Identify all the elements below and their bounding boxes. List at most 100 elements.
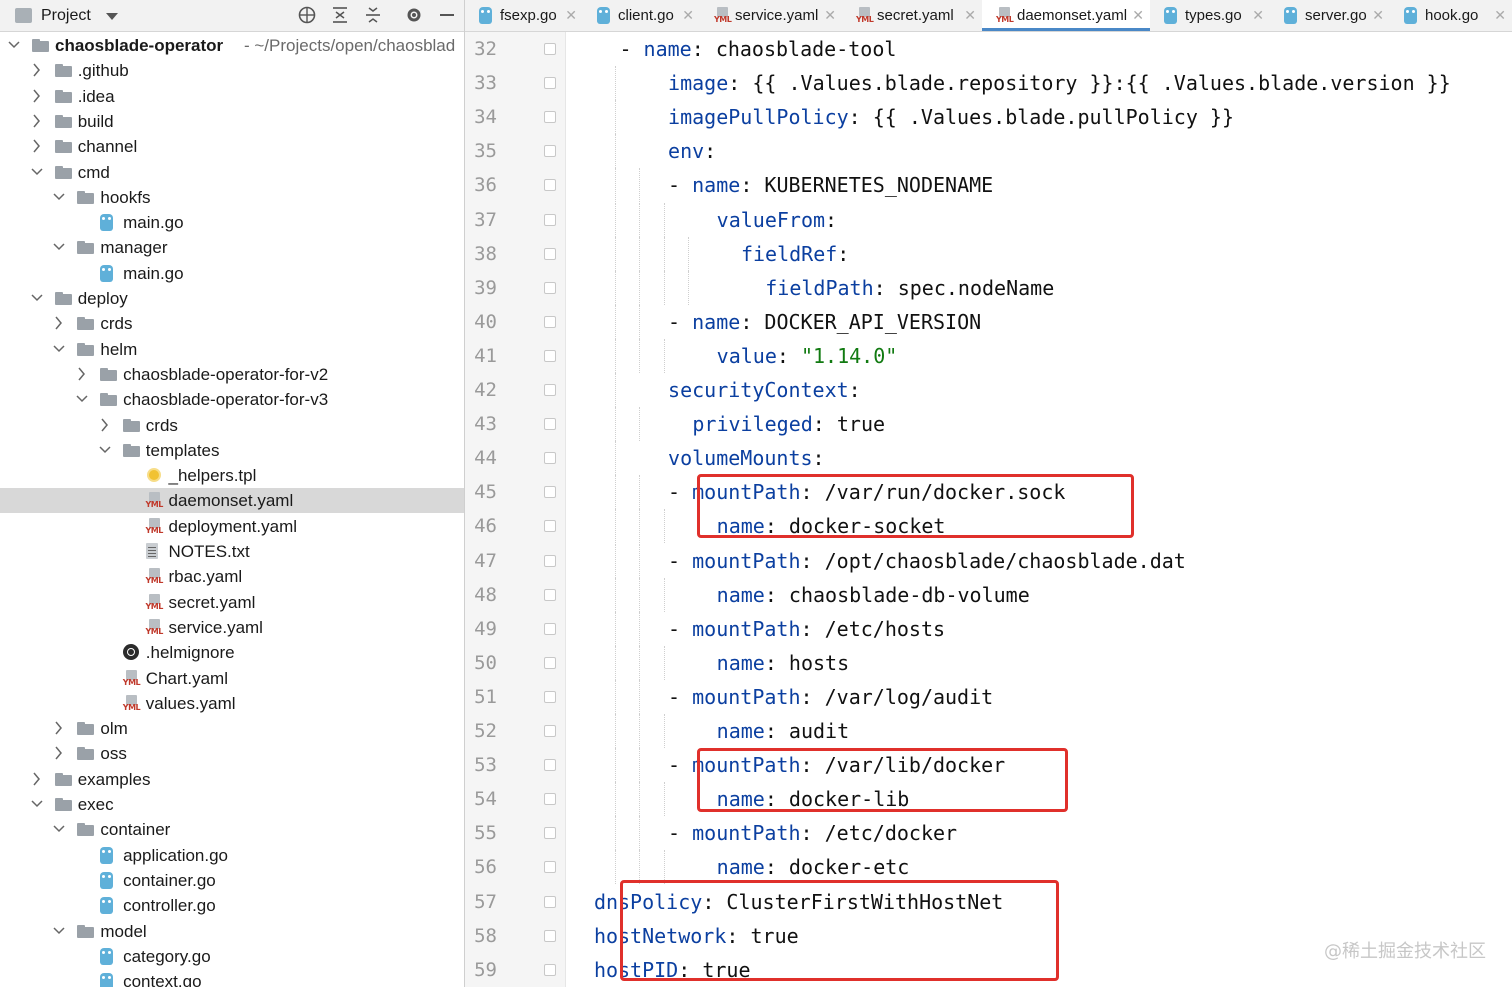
tree-row[interactable]: hookfs <box>0 185 464 210</box>
tree-row[interactable]: oss <box>0 741 464 766</box>
fold-marker-icon[interactable] <box>544 179 556 192</box>
close-tab-icon[interactable]: ✕ <box>1132 6 1144 25</box>
tree-row[interactable]: main.go <box>0 261 464 286</box>
tree-row[interactable]: model <box>0 919 464 944</box>
tree-row[interactable]: helm <box>0 337 464 362</box>
chevron-down-icon[interactable] <box>31 164 43 178</box>
tree-row[interactable]: chaosblade-operator - ~/Projects/open/cha… <box>0 33 464 58</box>
tree-row[interactable]: controller.go <box>0 893 464 918</box>
editor-tab[interactable]: hook.go ✕ <box>1390 0 1512 31</box>
fold-marker-icon[interactable] <box>544 247 556 260</box>
fold-marker-icon[interactable] <box>544 213 556 226</box>
chevron-right-icon[interactable] <box>31 62 41 77</box>
tree-row[interactable]: YML service.yaml <box>0 615 464 640</box>
fold-marker-icon[interactable] <box>544 963 556 976</box>
tree-row[interactable]: YML values.yaml <box>0 691 464 716</box>
collapse-all-icon[interactable] <box>364 6 382 24</box>
chevron-right-icon[interactable] <box>31 113 41 128</box>
expand-all-icon[interactable] <box>331 6 349 24</box>
chevron-down-icon[interactable] <box>99 442 111 456</box>
editor-tab[interactable]: client.go ✕ <box>583 0 700 31</box>
editor-tab[interactable]: types.go ✕ <box>1150 0 1270 31</box>
editor-tab[interactable]: YML service.yaml ✕ <box>700 0 842 31</box>
view-mode-dropdown-icon[interactable] <box>106 13 118 20</box>
chevron-down-icon[interactable] <box>76 391 88 405</box>
editor-tab[interactable]: YML daemonset.yaml ✕ <box>982 0 1150 31</box>
tree-row[interactable]: .github <box>0 58 464 83</box>
close-tab-icon[interactable]: ✕ <box>682 6 694 25</box>
close-tab-icon[interactable]: ✕ <box>565 6 577 25</box>
fold-marker-icon[interactable] <box>544 145 556 158</box>
fold-marker-icon[interactable] <box>544 43 556 55</box>
editor-tab[interactable]: fsexp.go ✕ <box>465 0 583 31</box>
tree-row[interactable]: .idea <box>0 84 464 109</box>
tree-row[interactable]: cmd <box>0 160 464 185</box>
tree-row[interactable]: manager <box>0 235 464 260</box>
chevron-right-icon[interactable] <box>53 745 63 760</box>
tree-row[interactable]: _helpers.tpl <box>0 463 464 488</box>
chevron-down-icon[interactable] <box>31 290 43 304</box>
editor-tab[interactable]: YML secret.yaml ✕ <box>842 0 982 31</box>
chevron-right-icon[interactable] <box>76 366 86 381</box>
tree-row[interactable]: chaosblade-operator-for-v2 <box>0 362 464 387</box>
fold-marker-icon[interactable] <box>544 452 556 465</box>
chevron-right-icon[interactable] <box>31 138 41 153</box>
fold-marker-icon[interactable] <box>544 588 556 601</box>
tree-row[interactable]: crds <box>0 413 464 438</box>
tree-row[interactable]: NOTES.txt <box>0 539 464 564</box>
fold-marker-icon[interactable] <box>544 759 556 772</box>
tree-row[interactable]: templates <box>0 438 464 463</box>
fold-marker-icon[interactable] <box>544 349 556 362</box>
fold-marker-icon[interactable] <box>544 281 556 294</box>
hide-panel-icon[interactable] <box>440 14 454 16</box>
tree-row[interactable]: context.go <box>0 969 464 987</box>
chevron-right-icon[interactable] <box>53 315 63 330</box>
chevron-down-icon[interactable] <box>8 37 20 51</box>
chevron-down-icon[interactable] <box>53 341 65 355</box>
tree-row[interactable]: YML Chart.yaml <box>0 666 464 691</box>
fold-marker-icon[interactable] <box>544 861 556 874</box>
chevron-down-icon[interactable] <box>53 923 65 937</box>
close-tab-icon[interactable]: ✕ <box>1252 6 1264 25</box>
fold-marker-icon[interactable] <box>544 486 556 499</box>
fold-marker-icon[interactable] <box>544 111 556 124</box>
chevron-right-icon[interactable] <box>99 417 109 431</box>
tree-row[interactable]: chaosblade-operator-for-v3 <box>0 387 464 412</box>
fold-marker-icon[interactable] <box>544 793 556 806</box>
chevron-down-icon[interactable] <box>53 239 65 253</box>
fold-marker-icon[interactable] <box>544 77 556 90</box>
tree-row[interactable]: application.go <box>0 843 464 868</box>
fold-marker-icon[interactable] <box>544 622 556 635</box>
tree-row[interactable]: container.go <box>0 868 464 893</box>
tree-row[interactable]: crds <box>0 311 464 336</box>
tree-row[interactable]: YML daemonset.yaml <box>0 488 464 514</box>
tree-row[interactable]: category.go <box>0 944 464 969</box>
tree-row[interactable]: olm <box>0 716 464 741</box>
tree-row[interactable]: exec <box>0 792 464 817</box>
chevron-right-icon[interactable] <box>31 771 41 786</box>
chevron-down-icon[interactable] <box>53 189 65 203</box>
locate-file-icon[interactable] <box>298 6 316 24</box>
editor-tab[interactable]: server.go ✕ <box>1270 0 1390 31</box>
fold-marker-icon[interactable] <box>544 656 556 669</box>
tree-row[interactable]: examples <box>0 767 464 792</box>
tree-row[interactable]: YML secret.yaml <box>0 590 464 615</box>
tree-row[interactable]: YML rbac.yaml <box>0 564 464 589</box>
fold-marker-icon[interactable] <box>544 315 556 328</box>
settings-gear-icon[interactable] <box>405 6 423 24</box>
tree-row[interactable]: deploy <box>0 286 464 311</box>
tree-row[interactable]: channel <box>0 134 464 159</box>
fold-marker-icon[interactable] <box>544 520 556 533</box>
fold-marker-icon[interactable] <box>544 554 556 567</box>
close-tab-icon[interactable]: ✕ <box>824 6 836 25</box>
fold-marker-icon[interactable] <box>544 929 556 942</box>
chevron-down-icon[interactable] <box>31 796 43 810</box>
fold-marker-icon[interactable] <box>544 690 556 703</box>
chevron-right-icon[interactable] <box>53 720 63 735</box>
fold-marker-icon[interactable] <box>544 418 556 431</box>
fold-marker-icon[interactable] <box>544 725 556 737</box>
chevron-right-icon[interactable] <box>31 88 41 103</box>
close-tab-icon[interactable]: ✕ <box>964 6 976 25</box>
tree-row[interactable]: build <box>0 109 464 134</box>
fold-marker-icon[interactable] <box>544 827 556 840</box>
